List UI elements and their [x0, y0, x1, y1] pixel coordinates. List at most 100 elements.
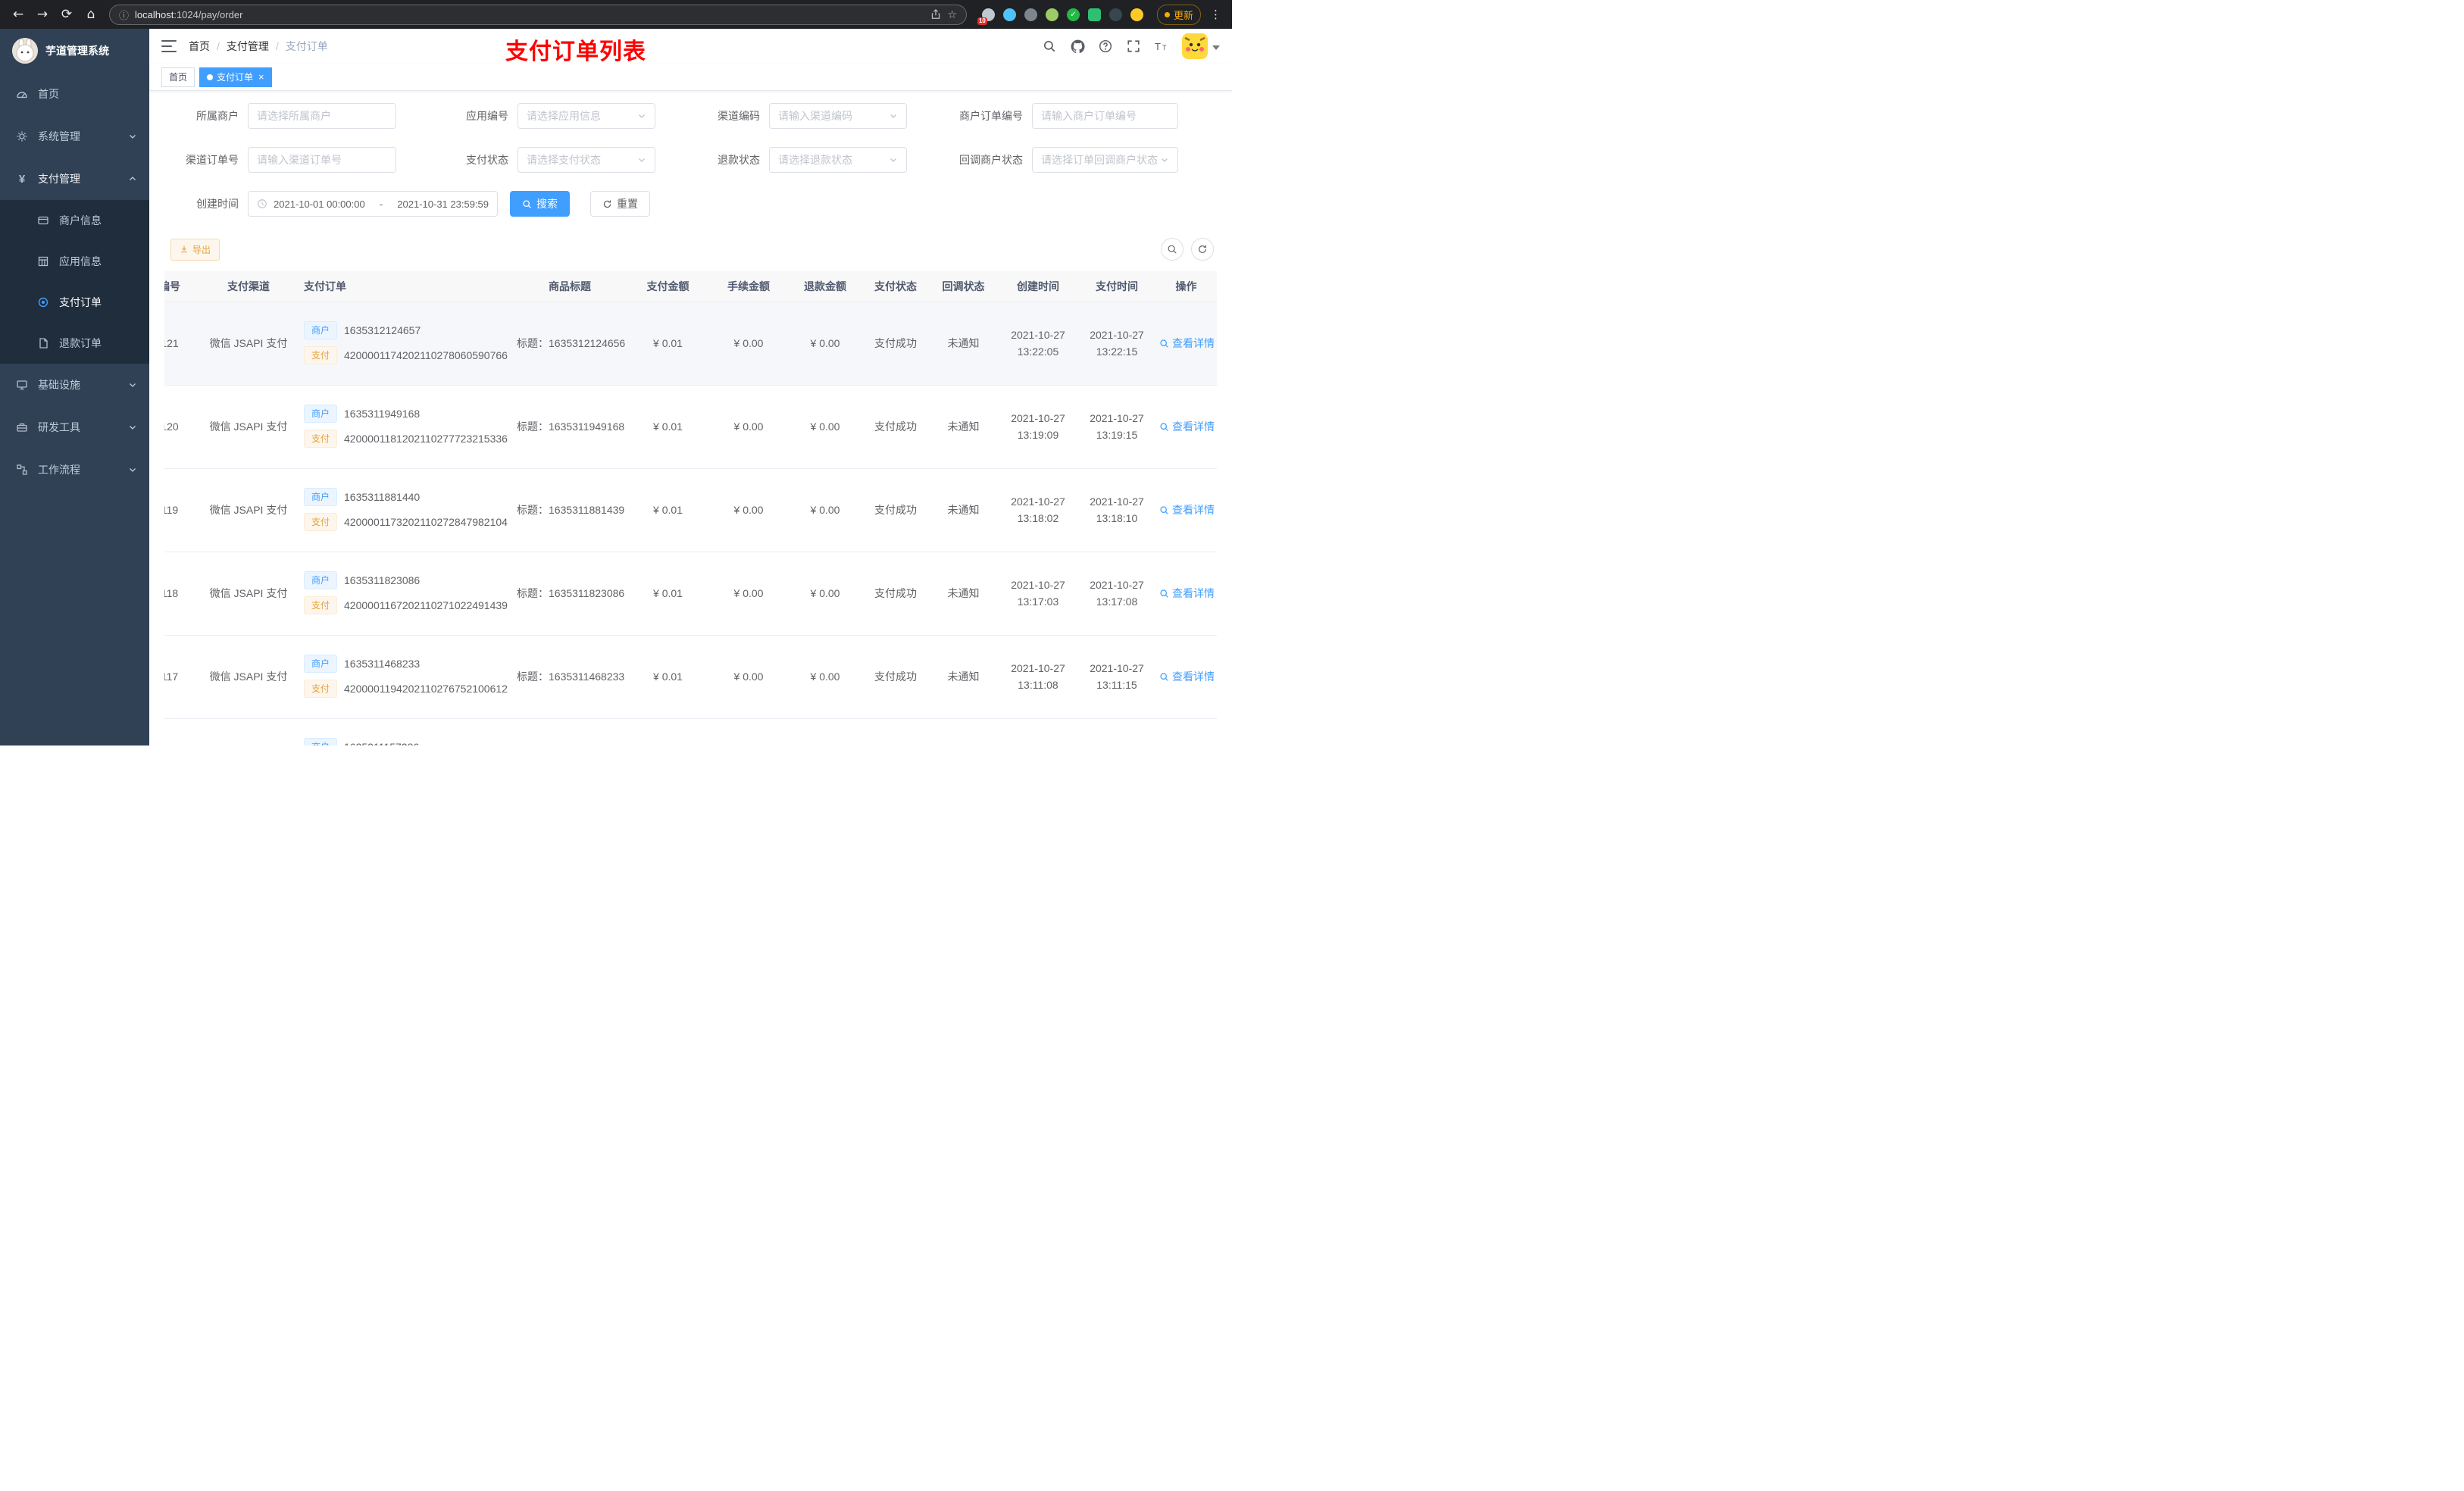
- actions-cell: 查看详情: [1155, 635, 1217, 719]
- sidebar-item-refund-order[interactable]: 退款订单: [0, 323, 149, 364]
- app-select[interactable]: 请选择应用信息: [518, 103, 655, 129]
- bookmark-star-icon[interactable]: ☆: [947, 8, 957, 21]
- fee-amount: ¥ 0.00: [709, 635, 788, 719]
- view-detail-link[interactable]: 查看详情: [1159, 586, 1215, 601]
- site-info-icon[interactable]: ⓘ: [119, 8, 129, 22]
- reset-button[interactable]: 重置: [590, 191, 650, 217]
- chevron-down-icon: [637, 111, 646, 120]
- tab-close-icon[interactable]: ×: [258, 72, 264, 82]
- product-title: 标题：1635311468233: [513, 635, 627, 719]
- content: 所属商户 请选择所属商户 应用编号 请选择应用信息 渠道编码 请输入渠道编码 商…: [149, 91, 1232, 746]
- help-icon[interactable]: [1098, 39, 1113, 54]
- breadcrumb: 首页 / 支付管理 / 支付订单: [189, 39, 328, 54]
- sidebar-item-merchant-info[interactable]: 商户信息: [0, 200, 149, 241]
- export-button[interactable]: 导出: [170, 238, 220, 261]
- pay-time-cell: 2021-10-27 13:11:15: [1078, 635, 1155, 719]
- extension-icon-3[interactable]: [1024, 8, 1037, 21]
- hamburger-icon[interactable]: [161, 40, 177, 52]
- product-title: 标题：1635312124656: [513, 302, 627, 386]
- svg-text:T: T: [1162, 44, 1167, 52]
- col-create-time: 创建时间: [998, 271, 1078, 302]
- tags-view: 首页 支付订单 ×: [149, 64, 1232, 91]
- sidebar-item-label: 支付订单: [59, 296, 102, 308]
- chevron-down-icon: [128, 423, 137, 432]
- pay-order-cell: 商户 1635311881440 支付 42000011732021102728…: [298, 468, 513, 552]
- merchant-tag: 商户: [304, 570, 338, 589]
- user-menu[interactable]: [1182, 33, 1220, 59]
- merchant-tag: 商户: [304, 654, 338, 673]
- channel-order-no-input[interactable]: 请输入渠道订单号: [248, 147, 396, 173]
- annotation-title: 支付订单列表: [505, 39, 646, 64]
- extension-icon-1[interactable]: 10: [977, 8, 995, 25]
- extension-icon-7[interactable]: [1108, 8, 1122, 21]
- extension-icon-5[interactable]: ✓: [1066, 8, 1080, 21]
- browser-url-bar[interactable]: ⓘ localhost:1024/pay/order ☆: [109, 4, 967, 25]
- pay-time-cell: 2021-10-27 13:17:08: [1078, 552, 1155, 636]
- sidebar-item-app-info[interactable]: 应用信息: [0, 241, 149, 282]
- extension-icon-8[interactable]: [1130, 8, 1143, 21]
- sidebar-item-infra[interactable]: 基础设施: [0, 364, 149, 406]
- refresh-button[interactable]: [1191, 238, 1214, 261]
- sidebar-item-pay-order[interactable]: 支付订单: [0, 282, 149, 323]
- view-detail-link[interactable]: 查看详情: [1159, 336, 1215, 351]
- view-detail-link[interactable]: 查看详情: [1159, 419, 1215, 434]
- refund-status-select[interactable]: 请选择退款状态: [769, 147, 907, 173]
- breadcrumb-home[interactable]: 首页: [189, 39, 210, 54]
- fee-amount: ¥ 0.00: [709, 385, 788, 469]
- extension-icon-4[interactable]: [1045, 8, 1058, 21]
- filter-label: 创建时间: [196, 198, 239, 210]
- extension-icon-2[interactable]: [1002, 8, 1016, 21]
- pay-order-no: 4200001181202110277723215336: [344, 432, 508, 445]
- browser-forward-icon[interactable]: →: [32, 4, 53, 25]
- filter-label: 退款状态: [718, 154, 760, 166]
- share-icon[interactable]: [930, 9, 941, 20]
- font-size-icon[interactable]: TT: [1154, 39, 1169, 54]
- browser-back-icon[interactable]: ←: [8, 4, 29, 25]
- merchant-order-no-input[interactable]: 请输入商户订单编号: [1032, 103, 1178, 129]
- table-row: 117 微信 JSAPI 支付 商户 1635311468233 支付 4200…: [164, 635, 1217, 719]
- col-status: 支付状态: [862, 271, 929, 302]
- app-logo[interactable]: 芋道管理系统: [0, 29, 149, 73]
- tab-home[interactable]: 首页: [161, 67, 195, 87]
- notify-status: 未通知: [929, 385, 998, 469]
- search-icon[interactable]: [1042, 39, 1057, 54]
- channel-code-select[interactable]: 请输入渠道编码: [769, 103, 907, 129]
- view-detail-link[interactable]: 查看详情: [1159, 502, 1215, 517]
- chevron-down-icon: [889, 155, 898, 164]
- browser-update-button[interactable]: 更新: [1156, 4, 1201, 25]
- browser-reload-icon[interactable]: ⟳: [56, 4, 77, 25]
- sidebar-item-devtools[interactable]: 研发工具: [0, 406, 149, 449]
- breadcrumb-section[interactable]: 支付管理: [227, 39, 269, 54]
- browser-home-icon[interactable]: ⌂: [80, 4, 102, 25]
- sidebar-item-label: 系统管理: [38, 130, 80, 142]
- fullscreen-icon[interactable]: [1126, 39, 1141, 54]
- table-row: 119 微信 JSAPI 支付 商户 1635311881440 支付 4200…: [164, 468, 1217, 552]
- orders-table-body: 121 微信 JSAPI 支付 商户 1635312124657 支付 4200…: [164, 302, 1217, 746]
- pay-status-select[interactable]: 请选择支付状态: [518, 147, 655, 173]
- filter-label: 支付状态: [466, 154, 508, 166]
- refund-amount: ¥ 0.00: [788, 552, 862, 636]
- merchant-select[interactable]: 请选择所属商户: [248, 103, 396, 129]
- tab-pay-order[interactable]: 支付订单 ×: [199, 67, 272, 87]
- pay-order-cell: 商户 1635311157286: [298, 718, 513, 746]
- browser-menu-icon[interactable]: ⋮: [1207, 8, 1224, 21]
- notify-status-select[interactable]: 请选择订单回调商户状态: [1032, 147, 1178, 173]
- sidebar-item-system[interactable]: 系统管理: [0, 115, 149, 158]
- search-button[interactable]: 搜索: [510, 191, 570, 217]
- sidebar-item-payment[interactable]: ¥ 支付管理: [0, 158, 149, 200]
- extension-icon-6[interactable]: [1087, 8, 1101, 21]
- pay-status: 支付成功: [862, 302, 929, 386]
- refund-amount: ¥ 0.00: [788, 385, 862, 469]
- merchant-tag: 商户: [304, 404, 338, 423]
- pay-channel: 微信 JSAPI 支付: [199, 635, 298, 719]
- url-text: localhost:1024/pay/order: [135, 8, 243, 20]
- view-detail-link[interactable]: 查看详情: [1159, 669, 1215, 684]
- sidebar-item-home[interactable]: 首页: [0, 73, 149, 115]
- create-time-range-picker[interactable]: 2021-10-01 00:00:00 - 2021-10-31 23:59:5…: [248, 191, 498, 217]
- create-time-cell: 2021-10-27 13:18:02: [998, 468, 1078, 552]
- toggle-search-button[interactable]: [1161, 238, 1184, 261]
- github-icon[interactable]: [1070, 39, 1085, 54]
- sidebar-item-workflow[interactable]: 工作流程: [0, 449, 149, 491]
- pay-order-no: 4200001174202110278060590766: [344, 349, 508, 361]
- pay-order-cell: 商户 1635311949168 支付 42000011812021102777…: [298, 385, 513, 469]
